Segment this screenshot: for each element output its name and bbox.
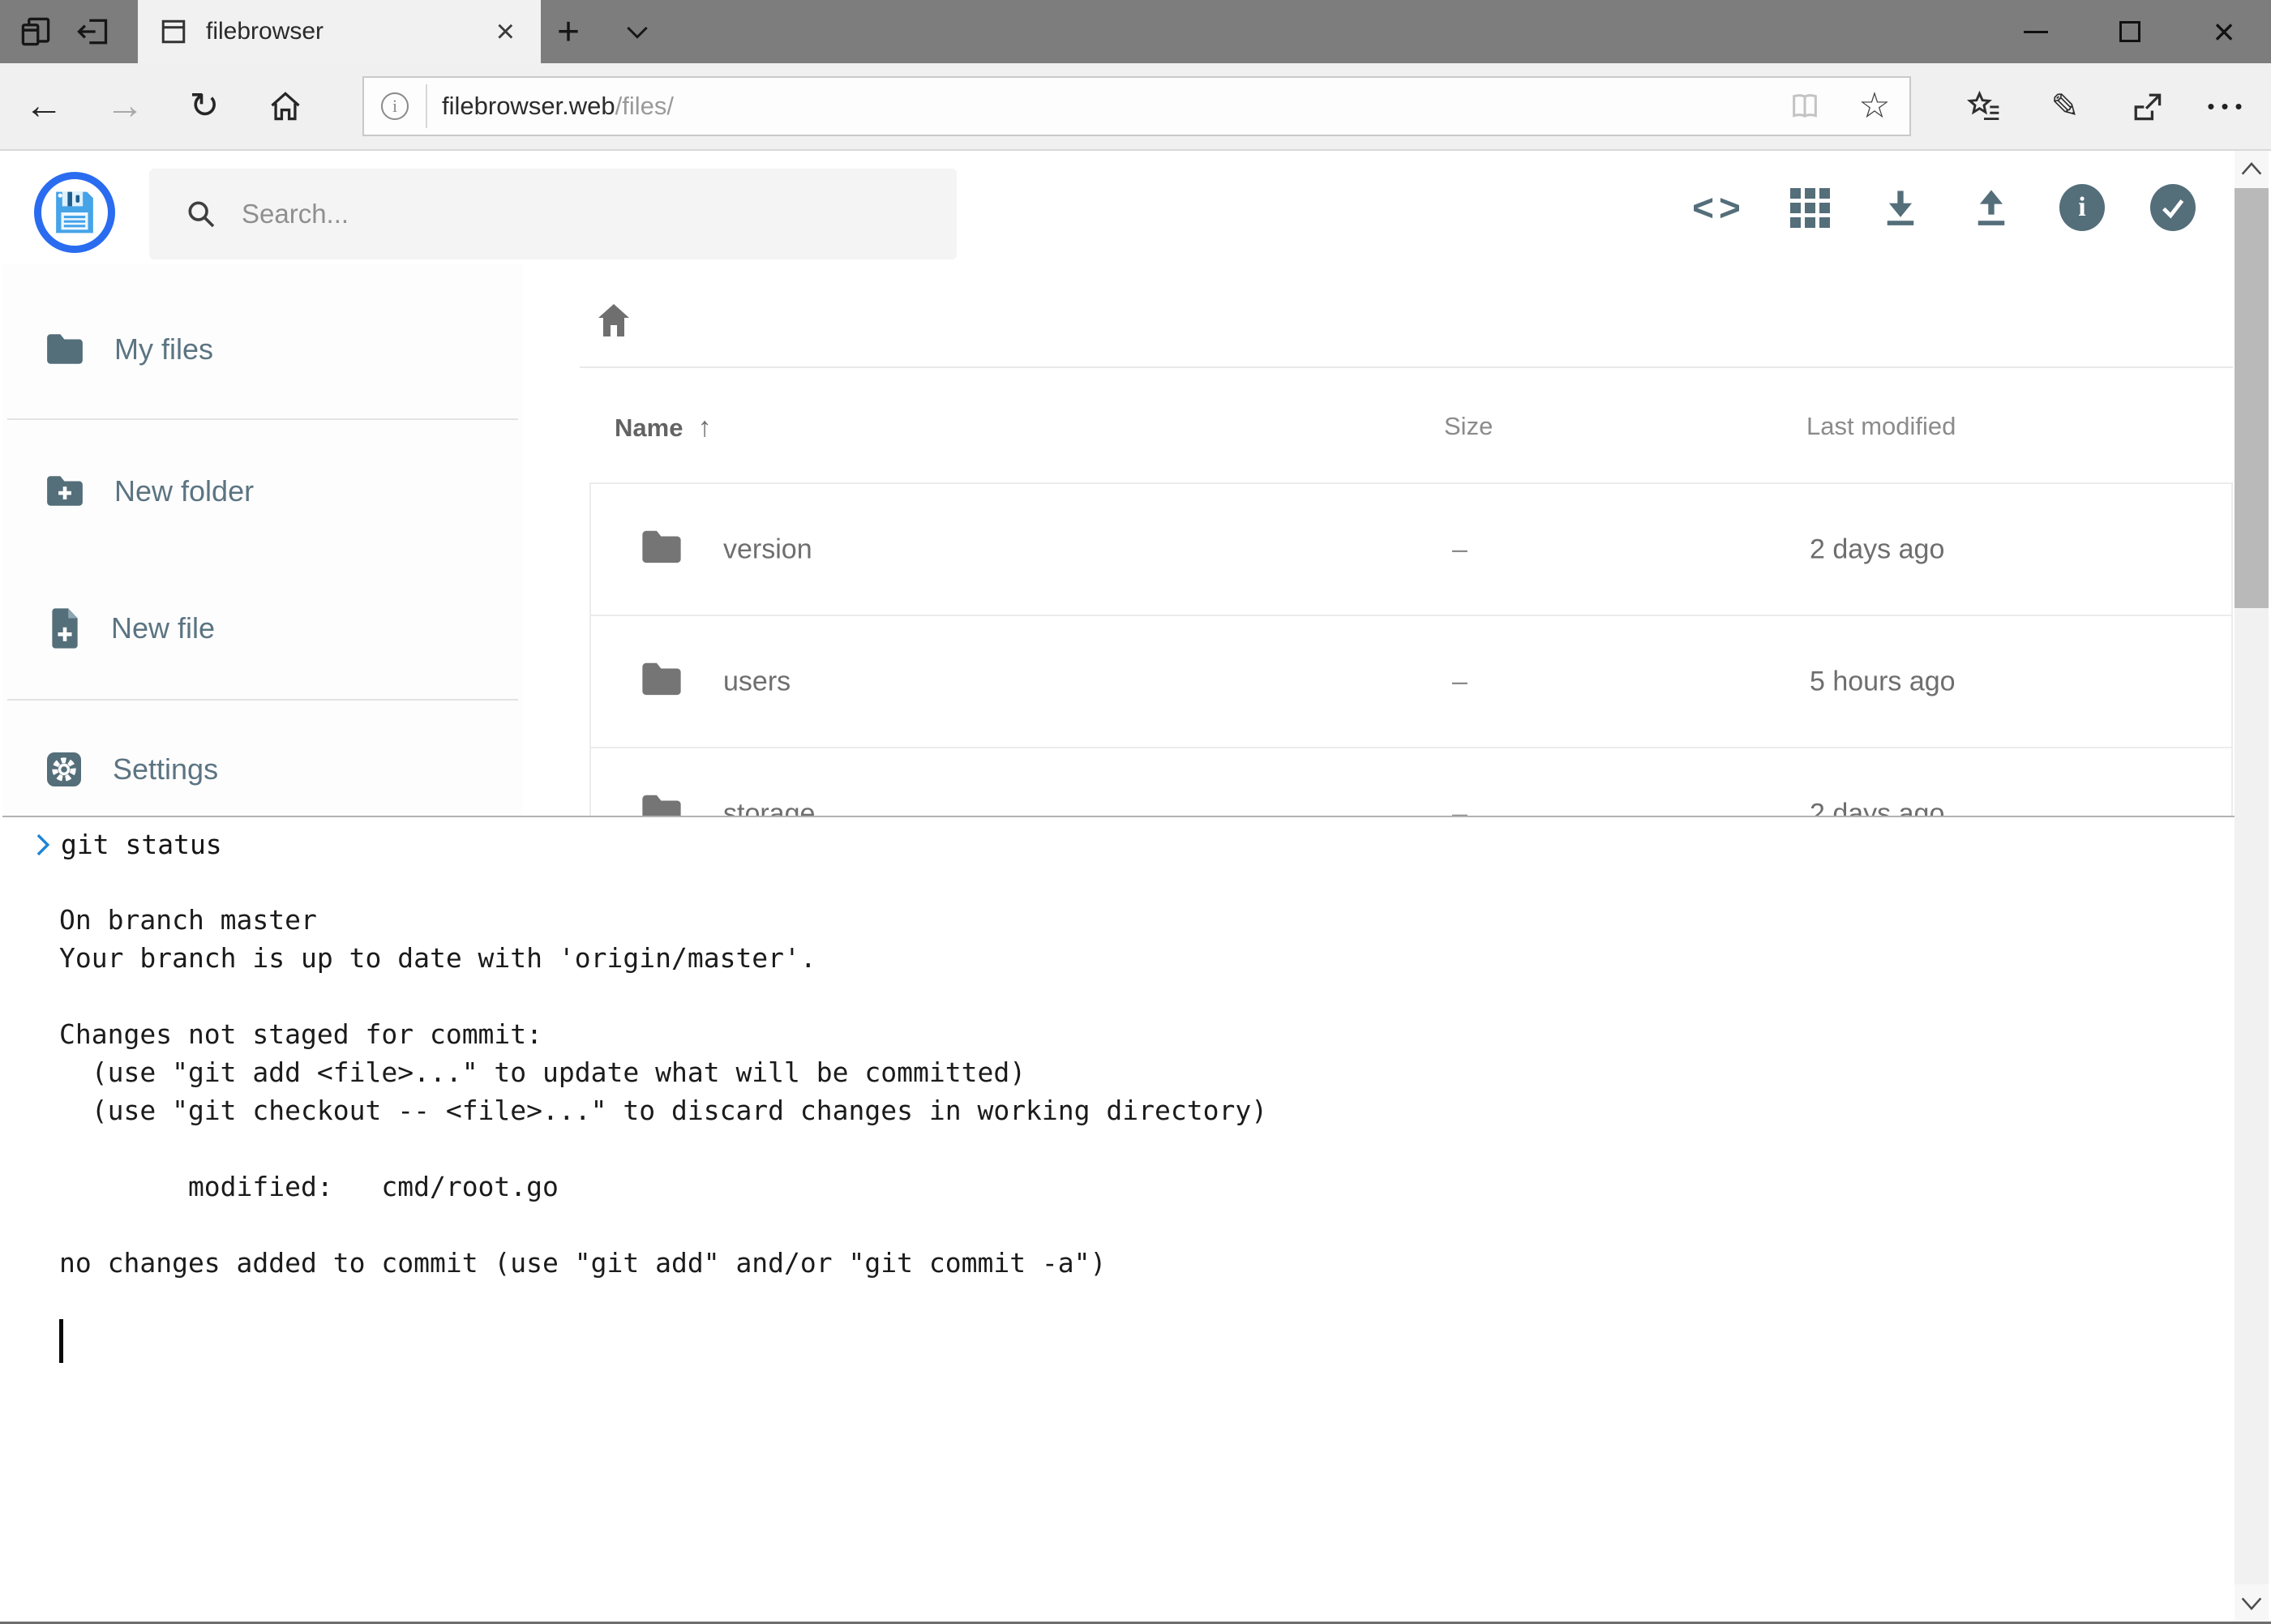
info-icon[interactable]: i bbox=[2059, 184, 2105, 231]
sidebar-divider bbox=[7, 699, 518, 701]
sidebar-item-label: Settings bbox=[113, 752, 218, 786]
grid-view-icon[interactable] bbox=[1787, 184, 1832, 231]
sidebar-item-settings[interactable]: Settings bbox=[2, 725, 523, 814]
titlebar: filebrowser × + × bbox=[0, 0, 2271, 63]
forward-button[interactable]: → bbox=[96, 63, 154, 149]
favorites-hub-icon[interactable] bbox=[1949, 63, 2019, 149]
check-icon[interactable] bbox=[2150, 184, 2196, 231]
file-size: – bbox=[1452, 666, 1468, 697]
url-text: filebrowser.web/files/ bbox=[442, 92, 1770, 121]
web-note-pen-icon[interactable]: ✎ bbox=[2030, 63, 2100, 149]
breadcrumb-home-icon[interactable] bbox=[594, 302, 633, 339]
content-divider bbox=[580, 366, 2233, 368]
reading-view-icon[interactable] bbox=[1770, 78, 1840, 135]
file-row[interactable]: version – 2 days ago bbox=[591, 484, 2231, 616]
sidebar-divider bbox=[7, 418, 518, 420]
close-button[interactable]: × bbox=[2177, 0, 2271, 63]
sidebar-item-label: My files bbox=[114, 332, 213, 366]
scrollbar-thumb[interactable] bbox=[2235, 188, 2269, 608]
maximize-button[interactable] bbox=[2083, 0, 2177, 63]
tab-close-icon[interactable]: × bbox=[491, 15, 520, 48]
url-path: /files/ bbox=[615, 92, 674, 120]
url-divider bbox=[426, 84, 427, 128]
file-size: – bbox=[1452, 533, 1468, 565]
filebrowser-logo[interactable] bbox=[34, 172, 115, 253]
url-host: filebrowser.web bbox=[442, 92, 615, 120]
table-header: Name↑ Size Last modified bbox=[523, 412, 2235, 449]
browser-tab[interactable]: filebrowser × bbox=[138, 0, 541, 63]
sidebar-item-new-file[interactable]: New file bbox=[2, 584, 523, 673]
column-header-size[interactable]: Size bbox=[1444, 412, 1493, 441]
share-icon[interactable] bbox=[2112, 63, 2182, 149]
settings-gear-icon bbox=[45, 750, 84, 789]
search-icon bbox=[185, 198, 217, 230]
search-bar bbox=[149, 169, 957, 259]
tab-preview-icon[interactable] bbox=[10, 0, 62, 63]
scroll-down-icon[interactable] bbox=[2235, 1584, 2269, 1622]
file-name: users bbox=[723, 666, 791, 697]
new-tab-button[interactable]: + bbox=[545, 8, 592, 55]
folder-icon bbox=[640, 529, 683, 566]
browser-home-button[interactable] bbox=[256, 63, 315, 149]
url-bar[interactable]: i filebrowser.web/files/ ☆ bbox=[362, 76, 1911, 136]
file-plus-icon bbox=[45, 608, 82, 649]
header-action-icons: <> i bbox=[1696, 151, 2196, 264]
folder-icon bbox=[45, 332, 85, 366]
window-controls: × bbox=[1989, 0, 2271, 63]
terminal-prompt-line: git status bbox=[2, 825, 2235, 863]
search-input[interactable] bbox=[242, 199, 906, 229]
column-header-modified[interactable]: Last modified bbox=[1806, 412, 1956, 441]
tab-page-icon bbox=[159, 15, 188, 48]
sidebar-item-label: New folder bbox=[114, 474, 254, 508]
sidebar-item-label: New file bbox=[111, 611, 215, 645]
sidebar-item-my-files[interactable]: My files bbox=[2, 305, 523, 394]
file-name: version bbox=[723, 533, 812, 565]
download-icon[interactable] bbox=[1878, 184, 1923, 231]
tab-title: filebrowser bbox=[206, 18, 491, 45]
terminal-output: On branch master Your branch is up to da… bbox=[59, 901, 2235, 1282]
column-header-name[interactable]: Name↑ bbox=[615, 412, 711, 443]
file-row[interactable]: users – 5 hours ago bbox=[591, 616, 2231, 748]
tabs-dropdown-icon[interactable] bbox=[613, 8, 662, 55]
set-tabs-aside-icon[interactable] bbox=[66, 0, 118, 63]
file-modified: 5 hours ago bbox=[1810, 666, 1956, 697]
file-modified: 2 days ago bbox=[1810, 533, 1944, 565]
minimize-button[interactable] bbox=[1989, 0, 2083, 63]
site-info-icon[interactable]: i bbox=[364, 78, 426, 135]
sort-ascending-icon: ↑ bbox=[697, 412, 711, 443]
terminal-command: git status bbox=[61, 829, 222, 860]
folder-plus-icon bbox=[45, 474, 85, 508]
folder-icon bbox=[640, 661, 683, 698]
favorite-star-icon[interactable]: ☆ bbox=[1840, 78, 1909, 135]
scroll-up-icon[interactable] bbox=[2235, 151, 2269, 188]
prompt-chevron-icon bbox=[32, 831, 53, 859]
settings-more-icon[interactable]: ••• bbox=[2193, 63, 2263, 149]
sidebar-item-new-folder[interactable]: New folder bbox=[2, 447, 523, 536]
code-icon[interactable]: <> bbox=[1696, 184, 1742, 231]
upload-icon[interactable] bbox=[1969, 184, 2014, 231]
terminal-panel[interactable]: git status On branch master Your branch … bbox=[2, 816, 2235, 1622]
refresh-button[interactable]: ↻ bbox=[175, 63, 234, 149]
terminal-cursor bbox=[59, 1319, 63, 1363]
page-scrollbar[interactable] bbox=[2235, 151, 2269, 1622]
address-toolbar: ← → ↻ i filebrowser.web/files/ ☆ bbox=[0, 63, 2271, 151]
back-button[interactable]: ← bbox=[15, 63, 73, 149]
